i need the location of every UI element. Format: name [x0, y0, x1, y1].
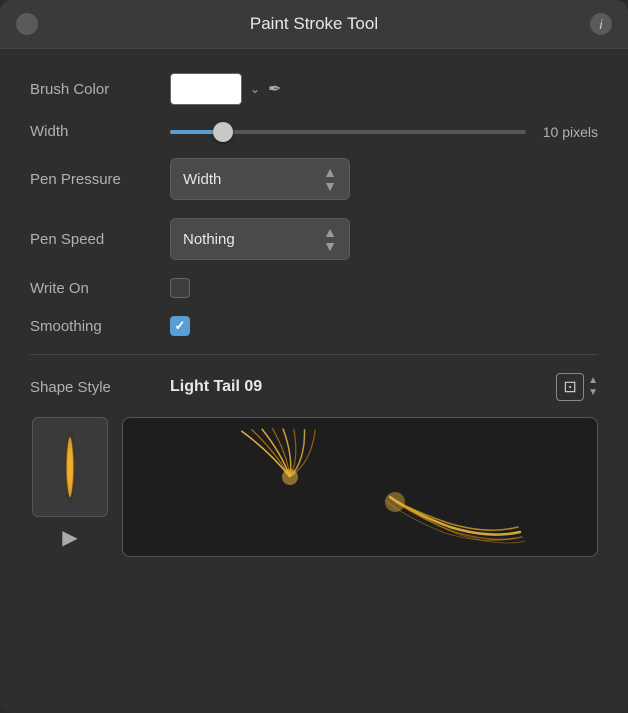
width-slider-container: 10 pixels — [170, 124, 598, 140]
shape-stepper[interactable]: ▲ ▼ — [588, 375, 598, 399]
brush-color-row: Brush Color ⌄ ✒ — [30, 73, 598, 105]
shape-stepper-down[interactable]: ▼ — [588, 387, 598, 399]
divider — [30, 354, 598, 355]
content-area: Brush Color ⌄ ✒ Width 10 pixels Pen Pres… — [0, 49, 628, 587]
smoothing-checkmark: ✓ — [175, 318, 186, 334]
stroke-preview-svg — [190, 422, 530, 552]
smoothing-row: Smoothing ✓ — [30, 316, 598, 336]
width-slider-track[interactable] — [170, 130, 526, 134]
smoothing-checkbox[interactable]: ✓ — [170, 316, 190, 336]
pen-speed-value: Nothing — [183, 231, 235, 248]
pen-pressure-label: Pen Pressure — [30, 171, 170, 188]
write-on-checkbox[interactable] — [170, 278, 190, 298]
traffic-light[interactable] — [16, 13, 38, 35]
play-button[interactable]: ▶ — [62, 525, 77, 550]
pen-pressure-row: Pen Pressure Width ▲ ▼ — [30, 158, 598, 200]
smoothing-label: Smoothing — [30, 318, 170, 335]
color-dropdown-arrow[interactable]: ⌄ — [250, 82, 260, 96]
stroke-group-1 — [241, 422, 330, 495]
info-button[interactable]: i — [590, 13, 612, 35]
preview-area: ▶ — [30, 417, 598, 567]
width-slider-thumb[interactable] — [213, 122, 233, 142]
width-label: Width — [30, 123, 170, 140]
pen-speed-row: Pen Speed Nothing ▲ ▼ — [30, 218, 598, 260]
brush-color-controls: ⌄ ✒ — [170, 73, 281, 105]
shape-stepper-up[interactable]: ▲ — [588, 375, 598, 387]
stroke-group-2 — [385, 492, 525, 543]
paint-stroke-tool-panel: Paint Stroke Tool i Brush Color ⌄ ✒ Widt… — [0, 0, 628, 713]
thumb-svg — [40, 422, 100, 512]
pen-pressure-value: Width — [183, 171, 221, 188]
thumb-box[interactable] — [32, 417, 108, 517]
brush-color-label: Brush Color — [30, 81, 170, 98]
title-bar: Paint Stroke Tool i — [0, 0, 628, 49]
preview-main[interactable] — [122, 417, 598, 557]
shape-style-row: Shape Style Light Tail 09 ▲ ▼ — [30, 373, 598, 401]
width-value: 10 pixels — [538, 124, 598, 140]
shape-style-label: Shape Style — [30, 379, 170, 396]
pen-pressure-stepper[interactable]: ▲ ▼ — [323, 165, 337, 193]
panel-title: Paint Stroke Tool — [250, 14, 378, 34]
shape-controls: ▲ ▼ — [556, 373, 598, 401]
width-row: Width 10 pixels — [30, 123, 598, 140]
pen-pressure-select[interactable]: Width ▲ ▼ — [170, 158, 350, 200]
preview-thumbnail: ▶ — [30, 417, 110, 557]
eyedropper-icon[interactable]: ✒ — [268, 79, 281, 99]
shape-name: Light Tail 09 — [170, 378, 556, 396]
pen-speed-select[interactable]: Nothing ▲ ▼ — [170, 218, 350, 260]
color-swatch[interactable] — [170, 73, 242, 105]
pen-speed-label: Pen Speed — [30, 231, 170, 248]
copy-shape-icon[interactable] — [556, 373, 584, 401]
write-on-label: Write On — [30, 280, 170, 297]
write-on-row: Write On — [30, 278, 598, 298]
pen-speed-stepper[interactable]: ▲ ▼ — [323, 225, 337, 253]
